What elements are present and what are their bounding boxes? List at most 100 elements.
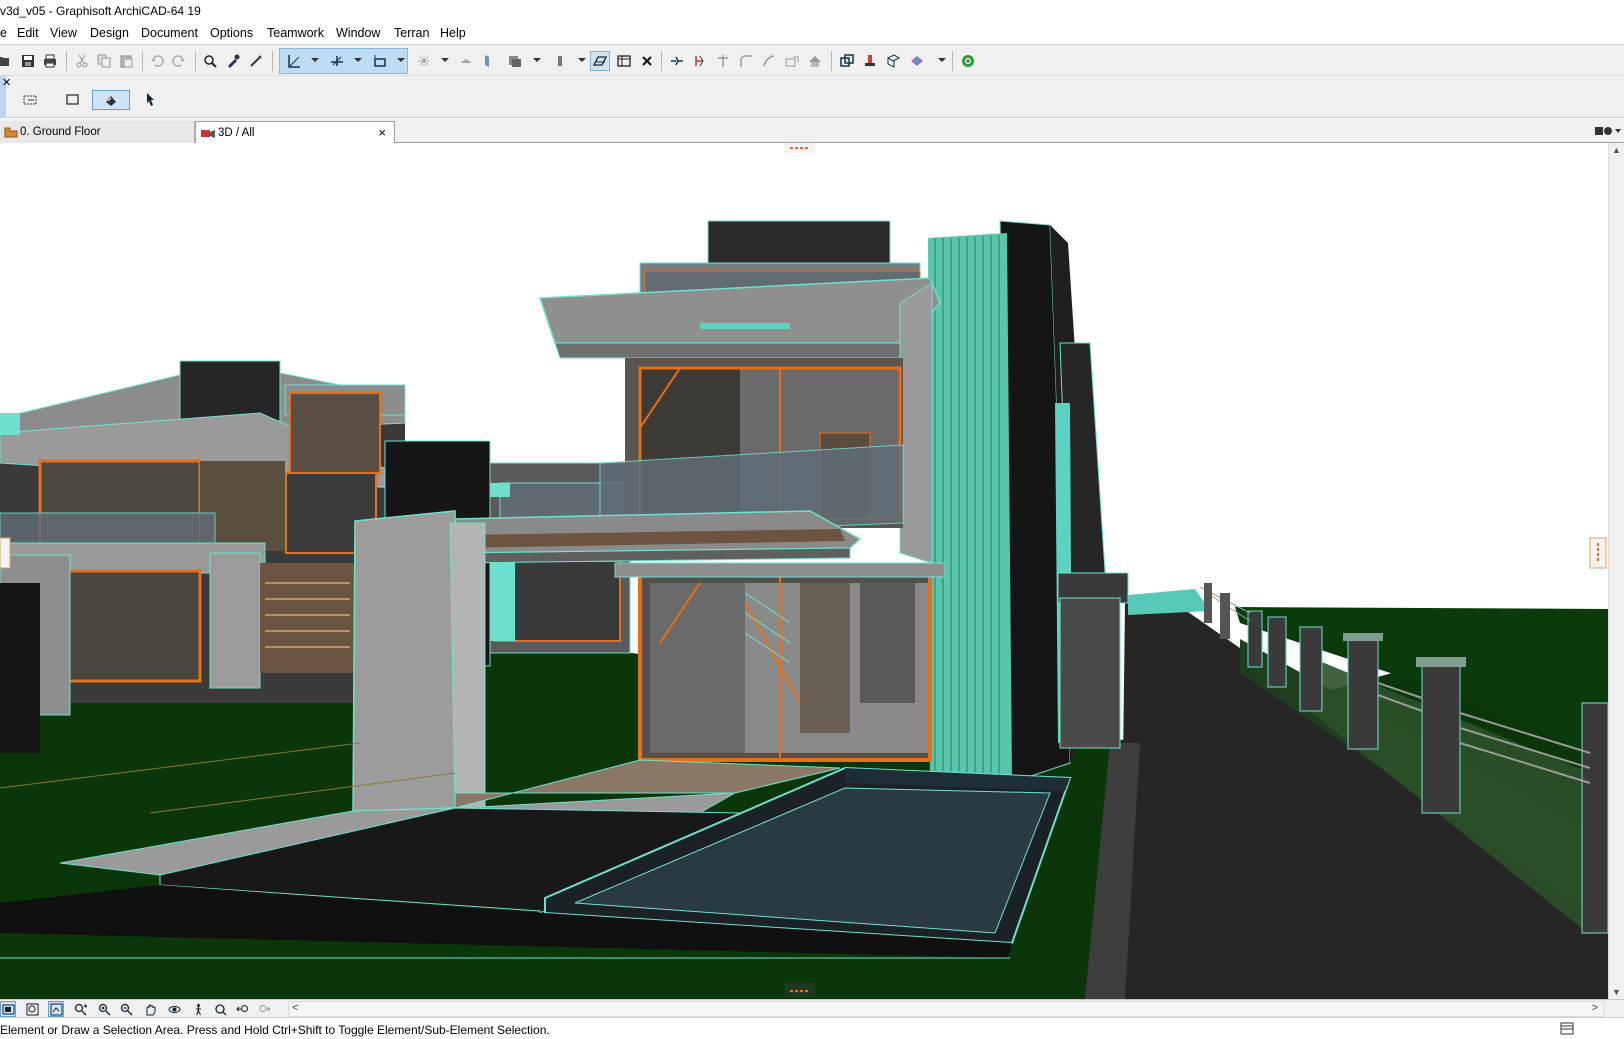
solid-operations-icon[interactable] bbox=[505, 51, 525, 71]
menu-document[interactable]: Document bbox=[141, 26, 198, 40]
offset-icon[interactable] bbox=[759, 51, 779, 71]
fillet-icon[interactable] bbox=[736, 51, 756, 71]
floor-plan-icon bbox=[4, 127, 18, 138]
cut-icon[interactable] bbox=[72, 51, 92, 71]
open-icon[interactable] bbox=[0, 51, 14, 71]
scroll-down-button[interactable]: ▼ bbox=[1612, 987, 1621, 997]
tab-ground-floor[interactable]: 0. Ground Floor bbox=[0, 121, 195, 143]
render-icon[interactable] bbox=[907, 51, 927, 71]
roof-icon[interactable] bbox=[805, 51, 825, 71]
orbit-icon[interactable] bbox=[166, 1001, 182, 1017]
close-3d-icon[interactable] bbox=[637, 51, 657, 71]
explore-icon[interactable] bbox=[190, 1001, 206, 1017]
menu-file[interactable]: e bbox=[0, 26, 7, 40]
gravity-icon[interactable] bbox=[414, 51, 434, 71]
eyedropper-icon[interactable] bbox=[223, 51, 243, 71]
toolbar-separator bbox=[831, 51, 832, 71]
navigation-icon[interactable] bbox=[48, 1001, 64, 1017]
cursor-snap-dropdown[interactable] bbox=[397, 58, 405, 62]
tab-label: 3D / All bbox=[218, 126, 255, 139]
selection-rect-icon[interactable] bbox=[60, 90, 86, 110]
undo-icon[interactable] bbox=[147, 51, 167, 71]
tab-close-button[interactable]: × bbox=[378, 125, 386, 140]
snap-guides-icon[interactable] bbox=[284, 51, 304, 71]
3d-viewport[interactable] bbox=[0, 143, 1608, 999]
menu-edit[interactable]: Edit bbox=[17, 26, 39, 40]
scroll-left-button[interactable]: < bbox=[292, 1002, 298, 1014]
print-icon[interactable] bbox=[40, 51, 60, 71]
3d-model-render bbox=[0, 143, 1608, 999]
toolbar-separator bbox=[66, 51, 67, 71]
split-icon[interactable] bbox=[667, 51, 687, 71]
horizontal-scrollbar[interactable]: < > bbox=[288, 1001, 1604, 1017]
next-zoom-icon[interactable] bbox=[256, 1001, 272, 1017]
grid-snap-icon[interactable] bbox=[327, 51, 347, 71]
zoom-icon[interactable] bbox=[24, 1001, 40, 1017]
curtain-wall-icon[interactable] bbox=[860, 51, 880, 71]
render-dropdown[interactable] bbox=[938, 58, 946, 62]
fit-window-icon[interactable] bbox=[0, 1001, 16, 1017]
syringe-icon[interactable] bbox=[246, 51, 266, 71]
3d-camera-icon bbox=[201, 129, 215, 138]
menu-design[interactable]: Design bbox=[90, 26, 129, 40]
toolbar-separator bbox=[272, 51, 273, 71]
modify-icon[interactable] bbox=[837, 51, 857, 71]
resize-icon[interactable] bbox=[782, 51, 802, 71]
adjust-icon[interactable] bbox=[690, 51, 710, 71]
find-select-icon[interactable] bbox=[200, 51, 220, 71]
snap-guides-dropdown[interactable] bbox=[311, 58, 319, 62]
status-bar: Element or Draw a Selection Area. Press … bbox=[0, 1017, 1624, 1039]
close-icon[interactable]: ✕ bbox=[2, 76, 11, 89]
cursor-snap-icon[interactable] bbox=[370, 51, 390, 71]
status-text: Element or Draw a Selection Area. Press … bbox=[0, 1023, 550, 1037]
zoom-in-icon[interactable] bbox=[96, 1001, 112, 1017]
scroll-up-button[interactable]: ▲ bbox=[1612, 145, 1621, 155]
zoom-out-icon[interactable] bbox=[118, 1001, 134, 1017]
menu-help[interactable]: Help bbox=[440, 26, 466, 40]
fill-dropdown[interactable] bbox=[578, 58, 586, 62]
menu-window[interactable]: Window bbox=[336, 26, 380, 40]
toolbox-bar: ✕ bbox=[0, 76, 1624, 118]
grid-snap-dropdown[interactable] bbox=[354, 58, 362, 62]
fit-in-icon[interactable] bbox=[212, 1001, 228, 1017]
toolbar-separator bbox=[661, 51, 662, 71]
window-title: v3d_v05 - Graphisoft ArchiCAD-64 19 bbox=[0, 4, 201, 18]
menu-options[interactable]: Options bbox=[210, 26, 253, 40]
zoom-in-area-icon[interactable] bbox=[72, 1001, 88, 1017]
tab-3d-all[interactable]: 3D / All × bbox=[195, 121, 395, 143]
layer-icon[interactable] bbox=[478, 51, 498, 71]
view-tab-bar: 0. Ground Floor 3D / All × bbox=[0, 119, 1624, 143]
menu-terran[interactable]: Terran bbox=[394, 26, 429, 40]
marquee-icon[interactable] bbox=[18, 90, 44, 110]
redo-icon[interactable] bbox=[169, 51, 189, 71]
status-panel-icon[interactable] bbox=[1560, 1022, 1574, 1035]
solid-operations-dropdown[interactable] bbox=[533, 58, 541, 62]
fill-icon[interactable] bbox=[550, 51, 570, 71]
save-icon[interactable] bbox=[18, 51, 38, 71]
copy-icon[interactable] bbox=[94, 51, 114, 71]
gravity-dropdown[interactable] bbox=[441, 58, 449, 62]
toolbar-separator bbox=[952, 51, 953, 71]
tab-label: 0. Ground Floor bbox=[20, 126, 101, 138]
profile-icon[interactable] bbox=[883, 51, 903, 71]
vertical-scrollbar[interactable]: ▲ ▼ bbox=[1608, 143, 1624, 999]
3d-cursor-icon[interactable] bbox=[92, 90, 130, 110]
pan-icon[interactable] bbox=[142, 1001, 158, 1017]
menu-bar: e Edit View Design Document Options Team… bbox=[0, 22, 1624, 44]
intersect-icon[interactable] bbox=[713, 51, 733, 71]
navigation-bar: < > bbox=[0, 999, 1624, 1017]
toolbar-separator bbox=[142, 51, 143, 71]
menu-teamwork[interactable]: Teamwork bbox=[267, 26, 324, 40]
archicad-window: v3d_v05 - Graphisoft ArchiCAD-64 19 e Ed… bbox=[0, 0, 1624, 1039]
marquee-3d-icon[interactable] bbox=[590, 51, 610, 71]
model-view-options-icon[interactable] bbox=[614, 51, 634, 71]
paste-icon[interactable] bbox=[116, 51, 136, 71]
arrow-tool-icon[interactable] bbox=[138, 90, 164, 110]
standard-toolbar bbox=[0, 44, 1624, 76]
previous-zoom-icon[interactable] bbox=[234, 1001, 250, 1017]
trace-icon[interactable] bbox=[456, 51, 476, 71]
globe-icon[interactable] bbox=[958, 51, 978, 71]
scroll-right-button[interactable]: > bbox=[1592, 1002, 1598, 1014]
menu-view[interactable]: View bbox=[50, 26, 77, 40]
view-options-icon[interactable] bbox=[1594, 123, 1622, 139]
